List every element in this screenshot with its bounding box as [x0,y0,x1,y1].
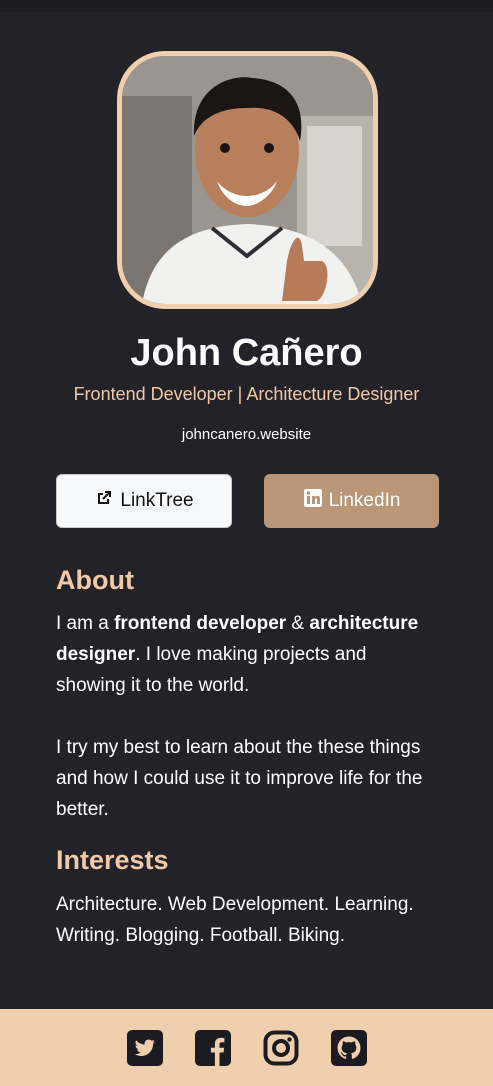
facebook-icon[interactable] [194,1029,231,1066]
profile-role: Frontend Developer | Architecture Design… [73,384,420,404]
about-heading: About [56,565,134,595]
interests-heading: Interests [56,845,169,875]
linkedin-button[interactable]: LinkedIn [264,474,439,528]
about-paragraph-2: I try my best to learn about the these t… [56,737,423,820]
linkedin-icon [303,488,323,514]
github-icon[interactable] [330,1029,367,1066]
avatar-photo [122,56,373,304]
about-text: I am a [56,613,115,634]
avatar [117,51,378,309]
instagram-icon[interactable] [263,1030,299,1066]
social-footer [0,1009,493,1086]
about-emphasis: frontend developer [114,613,287,634]
profile-name: John Cañero [130,332,363,374]
linkedin-button-label: LinkedIn [328,490,401,511]
linktree-button[interactable]: LinkTree [56,474,232,528]
twitter-icon[interactable] [126,1029,163,1066]
website-link[interactable]: johncanero.website [0,426,493,443]
external-link-icon [94,488,114,514]
linktree-button-label: LinkTree [120,490,194,511]
interests-text: Architecture. Web Development. Learning.… [56,894,414,946]
about-paragraph-1: I am a frontend developer & architecture… [56,608,436,701]
about-text: & [286,613,310,634]
